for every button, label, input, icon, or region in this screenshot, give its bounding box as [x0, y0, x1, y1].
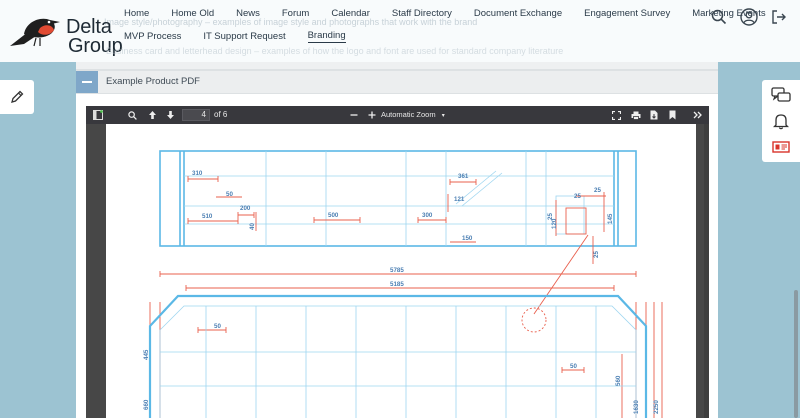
dim-145: 145 [607, 213, 614, 224]
arrow-down-icon [166, 111, 174, 119]
nav-item-mvp-process[interactable]: MVP Process [124, 31, 181, 42]
dim-150: 150 [462, 235, 473, 242]
company-logo[interactable]: Delta Group [6, 8, 123, 56]
presentation-mode-button[interactable] [610, 109, 622, 121]
pdf-scrollbar[interactable] [704, 124, 709, 418]
zoom-select[interactable]: Automatic Zoom ▾ [381, 109, 445, 121]
zoom-out-button[interactable] [348, 109, 360, 121]
download-button[interactable] [648, 109, 660, 121]
nav-item-branding[interactable]: Branding [307, 30, 346, 43]
dim-121: 121 [454, 196, 465, 203]
zoom-in-button[interactable] [366, 109, 378, 121]
nav-item-it-support-request[interactable]: IT Support Request [203, 31, 285, 42]
nav-row-primary: Home Home Old News Forum Calendar Staff … [124, 5, 766, 21]
arrow-up-icon [148, 111, 156, 119]
dim-50-right: 50 [570, 363, 577, 370]
right-toolbar [762, 80, 800, 162]
nav-item-forum[interactable]: Forum [282, 8, 309, 19]
previous-section-strip [76, 62, 718, 70]
download-icon [650, 110, 658, 120]
dim-500: 500 [328, 212, 339, 219]
dim-660: 660 [143, 399, 150, 410]
pencil-icon [11, 90, 24, 103]
user-icon [740, 8, 758, 26]
dim-510: 510 [202, 213, 213, 220]
dim-2250: 2250 [653, 400, 660, 414]
previous-page-button[interactable] [146, 109, 158, 121]
tools-menu-button[interactable] [691, 109, 703, 121]
nav-item-engagement-survey[interactable]: Engagement Survey [584, 8, 670, 19]
content-card: Business card and letterhead design – ex… [76, 46, 718, 418]
print-icon [631, 111, 641, 120]
dim-120: 120 [551, 218, 558, 229]
contact-card-icon [772, 141, 790, 153]
header-actions [710, 8, 788, 26]
dim-5185: 5185 [390, 281, 404, 288]
section-title: Example Product PDF [106, 76, 200, 87]
ghost-text-business-card: Business card and letterhead design – ex… [106, 46, 564, 56]
dim-445: 445 [143, 349, 150, 360]
collapse-button[interactable] [76, 71, 98, 93]
dim-40: 40 [249, 223, 256, 230]
bell-icon [773, 114, 789, 130]
bookmark-icon [669, 110, 675, 120]
contact-card-button[interactable] [771, 138, 791, 156]
pdf-page[interactable]: 310 50 510 200 40 500 300 361 121 150 25… [106, 124, 696, 418]
notifications-button[interactable] [771, 112, 791, 130]
edit-tool-button[interactable] [0, 80, 34, 114]
nav-row-secondary: MVP Process IT Support Request Branding [124, 28, 684, 44]
fullscreen-icon [611, 110, 621, 120]
search-icon [711, 9, 727, 25]
dim-300: 300 [422, 212, 433, 219]
nav-item-news[interactable]: News [236, 8, 260, 19]
dim-25-d: 25 [593, 251, 600, 258]
search-icon [127, 110, 137, 120]
bird-logo-icon [10, 18, 60, 47]
find-button[interactable] [126, 109, 138, 121]
zoom-select-value: Automatic Zoom [381, 110, 436, 119]
page-scrollbar[interactable] [794, 290, 798, 418]
dim-50-upper: 50 [226, 191, 233, 198]
nav-item-calendar[interactable]: Calendar [331, 8, 370, 19]
profile-button[interactable] [740, 8, 758, 26]
nav-item-home-old[interactable]: Home Old [171, 8, 214, 19]
dim-361: 361 [458, 173, 469, 180]
chevron-down-icon: ▾ [441, 113, 445, 119]
dim-50-lower: 50 [214, 323, 221, 330]
page-count: of 6 [214, 110, 228, 119]
nav-item-home[interactable]: Home [124, 8, 149, 19]
double-chevron-right-icon [693, 111, 702, 119]
dim-310: 310 [192, 170, 203, 177]
dim-560: 560 [615, 375, 622, 386]
page-number-input[interactable]: 4 [182, 109, 210, 121]
logout-button[interactable] [770, 8, 788, 26]
dim-25-a: 25 [574, 193, 581, 200]
sidebar-toggle-button[interactable] [92, 109, 104, 121]
floor-plan-drawing: 310 50 510 200 40 500 300 361 121 150 25… [143, 150, 663, 418]
dim-1630: 1630 [633, 400, 640, 414]
print-button[interactable] [630, 109, 642, 121]
logout-icon [772, 10, 786, 24]
section-header-example-pdf[interactable]: Example Product PDF [76, 70, 718, 94]
main-navigation: Home Home Old News Forum Calendar Staff … [124, 5, 766, 44]
pdf-toolbar: 4 of 6 Automatic Zoom ▾ [86, 106, 709, 124]
dim-25-b: 25 [594, 187, 601, 194]
chat-button[interactable] [771, 86, 791, 104]
next-page-button[interactable] [164, 109, 176, 121]
nav-item-staff-directory[interactable]: Staff Directory [392, 8, 452, 19]
dim-5785: 5785 [390, 267, 404, 274]
nav-item-document-exchange[interactable]: Document Exchange [474, 8, 562, 19]
pdf-viewer: 4 of 6 Automatic Zoom ▾ 310 50 510 200 4… [86, 106, 709, 418]
bookmark-button[interactable] [666, 109, 678, 121]
plus-icon [368, 111, 376, 119]
minus-icon [350, 114, 358, 116]
chat-icon [771, 87, 791, 102]
dim-200: 200 [240, 205, 251, 212]
sidebar-toggle-icon [93, 110, 103, 120]
search-button[interactable] [710, 8, 728, 26]
